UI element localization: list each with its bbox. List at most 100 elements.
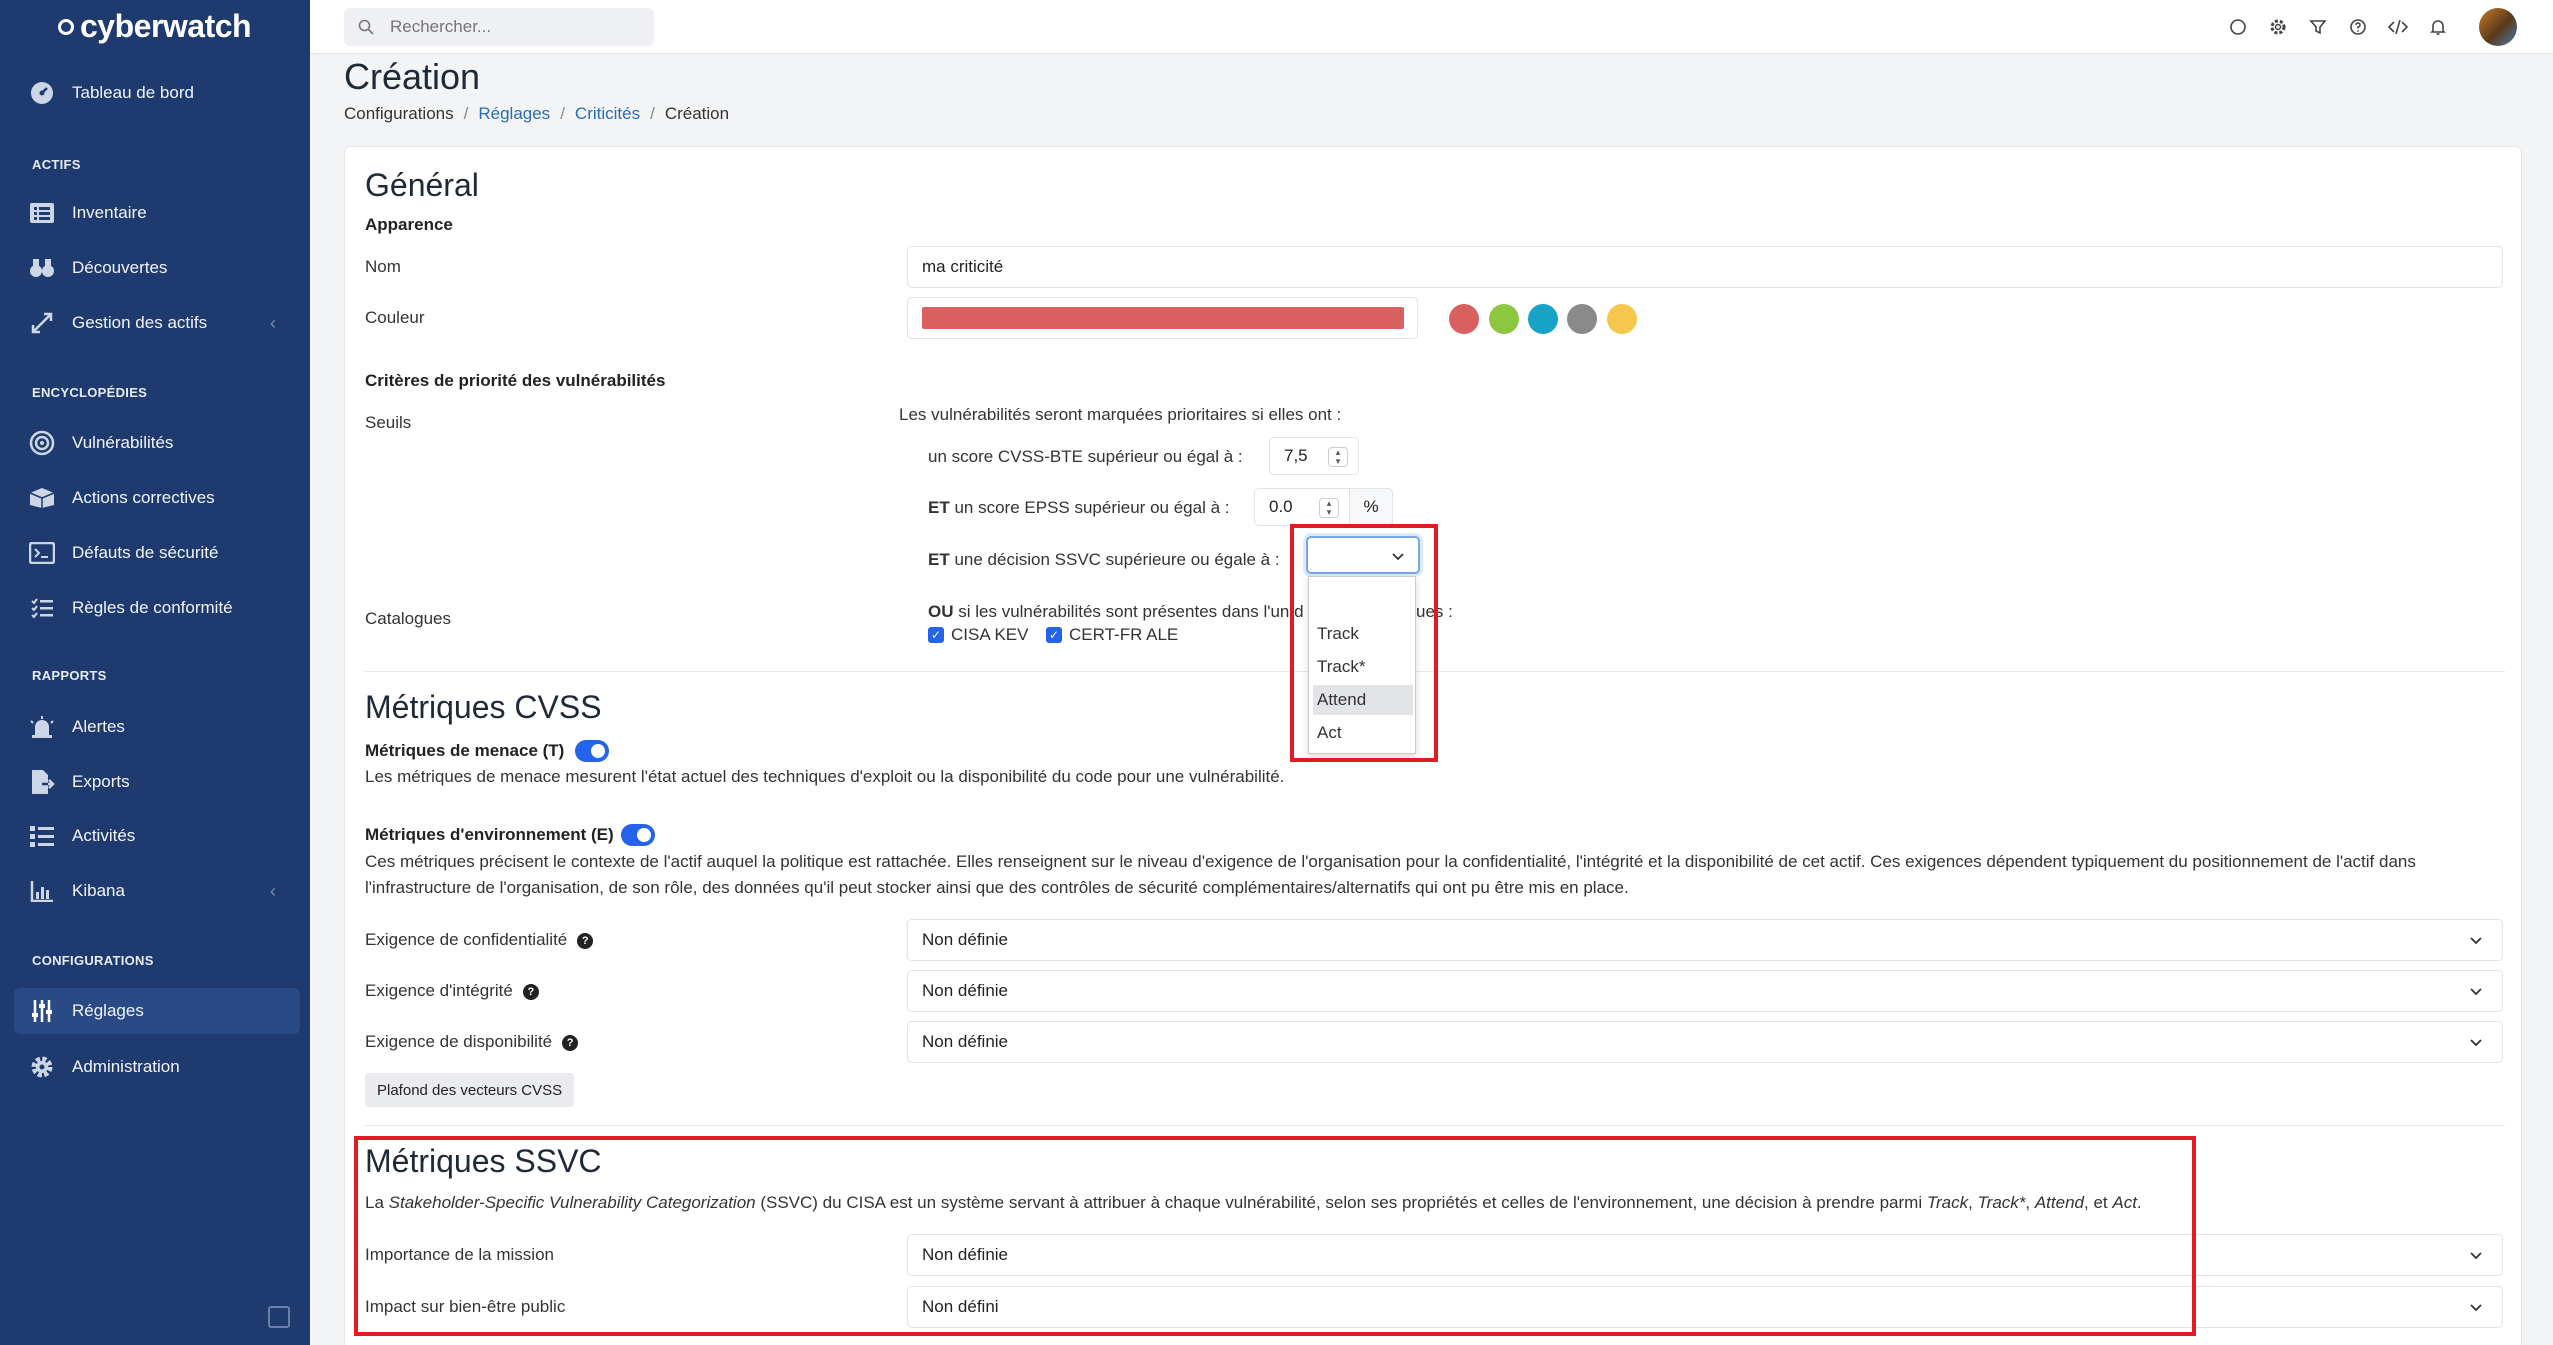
filter-icon[interactable]: [2307, 16, 2329, 38]
color-picker-input[interactable]: [907, 297, 1418, 339]
logo-ring-icon: [58, 18, 74, 35]
confidentiality-label: Exigence de confidentialité?: [365, 930, 594, 950]
name-input[interactable]: ma criticité: [907, 246, 2503, 288]
chevron-left-icon: ‹: [270, 312, 276, 333]
search-input[interactable]: [390, 17, 630, 37]
dashboard-icon: [28, 79, 56, 107]
section-general-title: Général: [365, 167, 479, 203]
checkbox-cert-fr-ale[interactable]: ✓: [1046, 627, 1062, 643]
stepper-icon[interactable]: ▴ ▾: [1328, 447, 1348, 467]
chevron-down-icon: [2470, 988, 2482, 996]
epss-threshold-input[interactable]: 0.0 ▴ ▾: [1254, 488, 1350, 526]
help-icon[interactable]: [2347, 16, 2369, 38]
divider: [365, 1125, 2505, 1126]
integrity-label: Exigence d'intégrité?: [365, 981, 539, 1001]
code-icon[interactable]: [2387, 16, 2409, 38]
section-actifs: ACTIFS: [32, 157, 81, 172]
siren-icon: [28, 713, 56, 741]
bar-chart-icon: [28, 877, 56, 905]
cvss-threshold-label: un score CVSS-BTE supérieur ou égal à :: [928, 447, 1243, 466]
env-metrics-toggle[interactable]: [621, 824, 655, 846]
search-icon: [358, 19, 374, 35]
breadcrumb: Configurations / Réglages / Criticités /…: [344, 104, 729, 124]
brand-logo[interactable]: cyberwatch: [58, 8, 252, 45]
ssvc-threshold-label: ET une décision SSVC supérieure ou égale…: [928, 550, 1280, 569]
target-icon: [28, 429, 56, 457]
list-icon: [28, 199, 56, 227]
confidentiality-select[interactable]: Non définie: [907, 919, 2503, 961]
threat-metrics-toggle[interactable]: [575, 740, 609, 762]
topbar: [310, 0, 2553, 54]
integrity-select[interactable]: Non définie: [907, 970, 2503, 1012]
color-preset-green[interactable]: [1489, 304, 1519, 334]
expand-icon: [28, 309, 56, 337]
sidebar-item-administration[interactable]: Administration: [28, 1044, 300, 1090]
cvss-threshold-input[interactable]: 7,5 ▴ ▾: [1269, 437, 1359, 475]
breadcrumb-separator: /: [560, 104, 565, 123]
color-preset-yellow[interactable]: [1607, 304, 1637, 334]
chevron-down-icon: [2470, 1039, 2482, 1047]
sidebar-item-kibana[interactable]: Kibana ‹: [28, 868, 300, 914]
appearance-heading: Apparence: [365, 215, 453, 234]
env-metrics-desc-1: Ces métriques précisent le contexte de l…: [365, 852, 2416, 871]
breadcrumb-configurations: Configurations: [344, 104, 454, 123]
threat-metrics-desc: Les métriques de menace mesurent l'état …: [365, 767, 1285, 786]
sidebar-item-regles[interactable]: Règles de conformité: [28, 585, 300, 631]
chevron-down-icon: [2470, 1304, 2482, 1312]
top-icons: [2227, 8, 2517, 46]
breadcrumb-reglages[interactable]: Réglages: [478, 104, 550, 124]
sidebar-item-defauts[interactable]: Défauts de sécurité: [28, 530, 300, 576]
brand-name: cyberwatch: [80, 8, 252, 44]
color-label: Couleur: [365, 308, 425, 327]
avatar[interactable]: [2479, 8, 2517, 46]
settings-icon[interactable]: [2267, 16, 2289, 38]
gear-icon: [28, 1053, 56, 1081]
sidebar-item-decouvertes[interactable]: Découvertes: [28, 245, 300, 291]
stepper-icon[interactable]: ▴ ▾: [1319, 498, 1339, 518]
criteria-intro: Les vulnérabilités seront marquées prior…: [899, 405, 1342, 424]
breadcrumb-creation: Création: [664, 104, 730, 123]
highlight-box-ssvc-dropdown: [1290, 524, 1438, 762]
help-icon[interactable]: ?: [562, 1034, 579, 1051]
breadcrumb-separator: /: [463, 104, 469, 123]
sidebar-collapse-button[interactable]: [268, 1306, 290, 1328]
help-icon[interactable]: ?: [577, 932, 594, 949]
sidebar-item-inventaire[interactable]: Inventaire: [28, 190, 300, 236]
file-export-icon: [28, 768, 56, 796]
checkbox-cisa-kev[interactable]: ✓: [928, 627, 944, 643]
activity-list-icon: [28, 822, 56, 850]
sidebar-item-reglages[interactable]: Réglages: [14, 988, 300, 1034]
sidebar-item-gestion[interactable]: Gestion des actifs ‹: [28, 300, 300, 346]
env-metrics-desc-2: l'infrastructure de l'organisation, de s…: [365, 878, 1629, 897]
checklist-icon: [28, 594, 56, 622]
help-icon[interactable]: ?: [522, 983, 539, 1000]
search-box[interactable]: [344, 8, 654, 46]
section-rapports: RAPPORTS: [32, 668, 107, 683]
bell-icon[interactable]: [2427, 16, 2449, 38]
cert-fr-ale-label: CERT-FR ALE: [1069, 625, 1179, 644]
thresholds-label: Seuils: [365, 413, 412, 432]
cisa-kev-label: CISA KEV: [951, 625, 1029, 644]
sidebar-item-dashboard[interactable]: Tableau de bord: [28, 70, 300, 116]
color-preset-blue[interactable]: [1528, 304, 1558, 334]
section-encyclopedies: ENCYCLOPÉDIES: [32, 385, 148, 400]
sidebar-item-vulnerabilites[interactable]: Vulnérabilités: [28, 420, 300, 466]
criteria-heading: Critères de priorité des vulnérabilités: [365, 371, 666, 390]
name-label: Nom: [365, 257, 401, 276]
sidebar-item-exports[interactable]: Exports: [28, 759, 300, 805]
status-circle-icon[interactable]: [2227, 16, 2249, 38]
catalogs-label: Catalogues: [365, 609, 452, 628]
breadcrumb-criticites[interactable]: Criticités: [575, 104, 640, 124]
sidebar-item-activites[interactable]: Activités: [28, 813, 300, 859]
chevron-left-icon: ‹: [270, 880, 276, 901]
availability-select[interactable]: Non définie: [907, 1021, 2503, 1063]
sidebar-item-alertes[interactable]: Alertes: [28, 704, 300, 750]
sidebar-item-actions[interactable]: Actions correctives: [28, 475, 300, 521]
breadcrumb-separator: /: [650, 104, 655, 123]
epss-unit: %: [1349, 488, 1393, 526]
cvss-ceiling-button[interactable]: Plafond des vecteurs CVSS: [365, 1073, 575, 1107]
section-configurations: CONFIGURATIONS: [32, 953, 154, 968]
epss-threshold-label: ET un score EPSS supérieur ou égal à :: [928, 498, 1230, 517]
color-preset-red[interactable]: [1449, 304, 1479, 334]
color-preset-gray[interactable]: [1567, 304, 1597, 334]
